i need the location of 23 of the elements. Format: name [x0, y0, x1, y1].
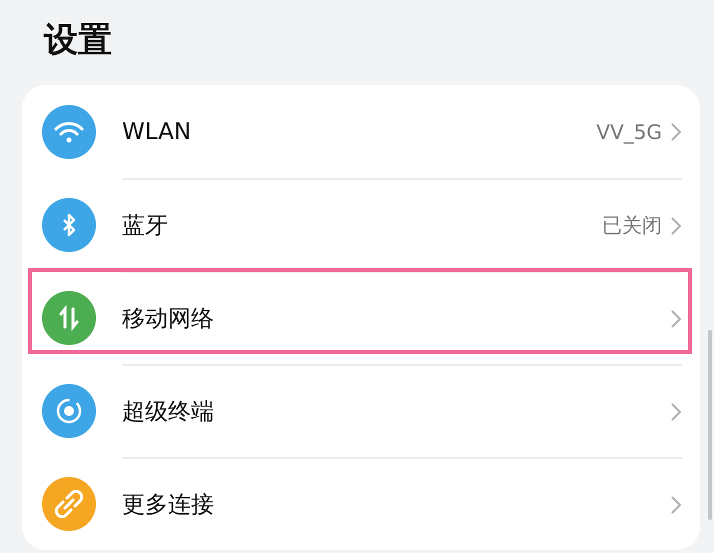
- bluetooth-icon: [42, 198, 96, 252]
- settings-row[interactable]: 更多连接: [22, 457, 700, 550]
- chevron-icon: [670, 122, 682, 142]
- settings-row[interactable]: WLAN VV_5G: [22, 85, 700, 178]
- chevron-icon: [670, 402, 682, 422]
- settings-row[interactable]: 移动网络: [22, 271, 700, 364]
- row-label: 超级终端: [122, 398, 215, 427]
- wifi-icon: [42, 104, 96, 158]
- settings-row[interactable]: 蓝牙 已关闭: [22, 178, 700, 271]
- settings-row[interactable]: 超级终端: [22, 364, 700, 457]
- chevron-icon: [670, 494, 682, 514]
- row-label: 移动网络: [122, 305, 215, 334]
- row-label: 蓝牙: [122, 212, 169, 241]
- row-label: WLAN: [122, 118, 192, 144]
- chevron-icon: [670, 216, 682, 236]
- arrows-icon: [42, 290, 96, 344]
- row-label: 更多连接: [122, 491, 215, 520]
- chevron-icon: [670, 308, 682, 328]
- row-value: 已关闭: [602, 212, 662, 239]
- ring-icon: [42, 384, 96, 438]
- link-icon: [42, 476, 96, 530]
- row-value: VV_5G: [596, 120, 662, 144]
- page-title: 设置: [42, 19, 113, 62]
